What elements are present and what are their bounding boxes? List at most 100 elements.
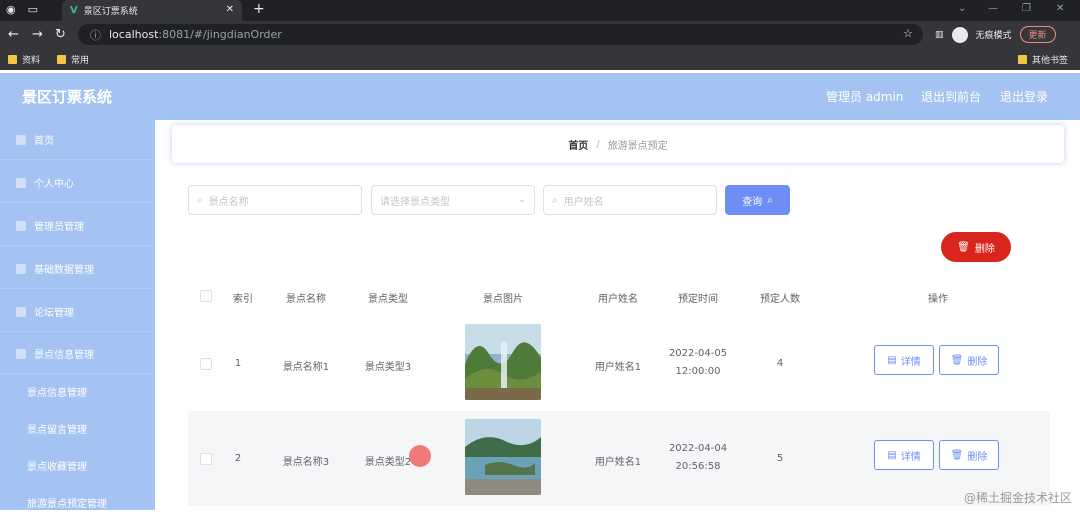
query-button[interactable]: 查询 ⌕ (725, 185, 790, 215)
update-button[interactable]: 更新 (1020, 26, 1056, 43)
cell-booking-date: 2022-04-05 (663, 348, 733, 359)
bookmark-folder[interactable]: 资料 (8, 53, 40, 66)
user-name-input[interactable]: ⌕ 用户姓名 (543, 185, 717, 215)
breadcrumb-home[interactable]: 首页 (568, 137, 588, 152)
cell-index: 2 (228, 453, 248, 464)
sidebar-item-label: 管理员管理 (34, 218, 84, 233)
cell-booking-count: 4 (770, 358, 790, 369)
sidebar-item-label: 基础数据管理 (34, 261, 94, 276)
scenic-image[interactable] (465, 324, 541, 400)
minimize-icon[interactable]: — (988, 3, 998, 14)
admin-user-link[interactable]: 管理员 admin (826, 88, 903, 105)
other-bookmarks[interactable]: 其他书签 (1018, 53, 1068, 66)
browser-tab[interactable]: V 景区订票系统 ✕ (62, 0, 242, 21)
header-scenic-name: 景点名称 (276, 290, 336, 305)
trash-icon: 🗑 (951, 450, 964, 461)
new-tab-icon[interactable]: + (253, 1, 265, 17)
breadcrumb: 首页 / 旅游景点预定 (172, 125, 1064, 163)
scenic-icon (16, 349, 26, 359)
forward-icon[interactable]: → (32, 27, 43, 42)
sidebar-item-admin[interactable]: 管理员管理 (0, 206, 155, 246)
table-row: 1 景点名称1 景点类型3 用户姓名1 2022-04-05 12:00:00 … (188, 316, 1050, 411)
sidebar-item-profile[interactable]: 个人中心 (0, 163, 155, 203)
sidebar-subitem-messages[interactable]: 景点留言管理 (0, 410, 155, 446)
sidebar-subitem-scenic-info[interactable]: 景点信息管理 (0, 373, 155, 409)
browser-tab-strip: ◉ ▭ V 景区订票系统 ✕ + ⌄ — ❐ ✕ (0, 0, 1080, 21)
cell-booking-time: 12:00:00 (663, 366, 733, 377)
folder-icon (57, 55, 66, 64)
cell-scenic-name: 景点名称1 (276, 358, 336, 373)
bookmark-label: 常用 (71, 53, 89, 66)
cell-user-name: 用户姓名1 (588, 453, 648, 468)
breadcrumb-separator: / (596, 139, 599, 150)
batch-delete-label: 删除 (975, 240, 995, 255)
cell-user-name: 用户姓名1 (588, 358, 648, 373)
batch-delete-button[interactable]: 🗑 删除 (941, 232, 1011, 262)
header-actions: 操作 (908, 290, 968, 305)
browser-toolbar: ← → ↻ ⓘ localhost:8081/#/jingdianOrder ☆… (0, 21, 1080, 48)
detail-icon: ▤ (887, 355, 896, 366)
sidebar-item-label: 论坛管理 (34, 304, 74, 319)
tab-search-icon[interactable]: ⌄ (958, 3, 966, 14)
scenic-name-input[interactable]: ⌕ 景点名称 (188, 185, 362, 215)
scenic-type-select[interactable]: 请选择景点类型 ⌄ (371, 185, 535, 215)
close-tab-icon[interactable]: ✕ (226, 4, 234, 15)
bookmark-folder[interactable]: 常用 (57, 53, 89, 66)
exit-to-frontend-link[interactable]: 退出到前台 (921, 88, 981, 105)
home-icon (16, 135, 26, 145)
sidebar-item-home[interactable]: 首页 (0, 120, 155, 160)
sidebar-subitem-label: 景点留言管理 (27, 421, 87, 436)
header-booking-count: 预定人数 (750, 290, 810, 305)
sidebar-subitem-label: 旅游景点预定管理 (27, 495, 107, 510)
sidebar-subitem-label: 景点信息管理 (27, 384, 87, 399)
row-checkbox[interactable] (200, 453, 212, 465)
query-label: 查询 (742, 193, 762, 208)
header-scenic-type: 景点类型 (358, 290, 418, 305)
close-window-icon[interactable]: ✕ (1056, 3, 1064, 14)
sidebar-item-label: 景点信息管理 (34, 346, 94, 361)
incognito-icon (952, 27, 968, 43)
sidebar-item-forum[interactable]: 论坛管理 (0, 292, 155, 332)
tab-title: 景区订票系统 (84, 4, 138, 17)
browser-menu-icon[interactable]: ◉ (6, 3, 16, 16)
scenic-name-placeholder: 景点名称 (209, 193, 249, 208)
row-checkbox[interactable] (200, 358, 212, 370)
browser-profile-area: ▥ 无痕模式 更新 (935, 26, 1056, 43)
bookmark-star-icon[interactable]: ☆ (903, 27, 913, 40)
detail-button[interactable]: ▤ 详情 (874, 345, 934, 375)
logout-link[interactable]: 退出登录 (1000, 88, 1048, 105)
bookmarks-bar: 资料 常用 其他书签 (0, 48, 1080, 70)
data-icon (16, 264, 26, 274)
sidebar-item-scenic-info[interactable]: 景点信息管理 (0, 334, 155, 374)
scenic-type-placeholder: 请选择景点类型 (380, 193, 450, 208)
folder-icon (8, 55, 17, 64)
browser-top-left-icons: ◉ ▭ (6, 3, 38, 16)
info-icon[interactable]: ⓘ (90, 27, 101, 43)
sidebar-item-label: 个人中心 (34, 175, 74, 190)
row-delete-label: 删除 (967, 448, 987, 463)
chevron-down-icon: ⌄ (518, 194, 526, 205)
app-header: 景区订票系统 管理员 admin 退出到前台 退出登录 (0, 73, 1080, 120)
url-path: :8081/#/jingdianOrder (158, 28, 281, 41)
sidepanel-icon[interactable]: ▥ (935, 30, 944, 40)
vue-favicon-icon: V (70, 5, 78, 16)
tab-overview-icon[interactable]: ▭ (28, 3, 38, 16)
restore-icon[interactable]: ❐ (1022, 3, 1031, 14)
watermark: @稀土掘金技术社区 (964, 489, 1072, 506)
sidebar-item-label: 首页 (34, 132, 54, 147)
select-all-checkbox[interactable] (200, 290, 212, 302)
row-delete-button[interactable]: 🗑 删除 (939, 440, 999, 470)
breadcrumb-current: 旅游景点预定 (608, 137, 668, 152)
row-delete-button[interactable]: 🗑 删除 (939, 345, 999, 375)
sidebar-subitem-favorites[interactable]: 景点收藏管理 (0, 447, 155, 483)
detail-button[interactable]: ▤ 详情 (874, 440, 934, 470)
search-icon: ⌕ (552, 195, 558, 206)
sidebar-item-basic-data[interactable]: 基础数据管理 (0, 249, 155, 289)
reload-icon[interactable]: ↻ (55, 27, 66, 42)
sidebar-subitem-bookings[interactable]: 旅游景点预定管理 (0, 484, 155, 520)
back-icon[interactable]: ← (8, 27, 19, 42)
scenic-image[interactable] (465, 419, 541, 495)
cell-booking-time: 20:56:58 (663, 461, 733, 472)
address-bar[interactable]: ⓘ localhost:8081/#/jingdianOrder ☆ (78, 24, 923, 45)
sidebar: 首页 个人中心 管理员管理 基础数据管理 论坛管理 景点信息管理 景点信息管理 … (0, 120, 155, 510)
